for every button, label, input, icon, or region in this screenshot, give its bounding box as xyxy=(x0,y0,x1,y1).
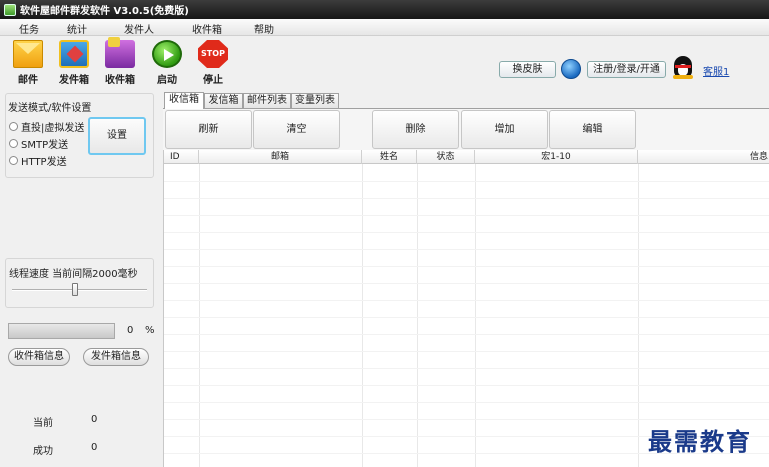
radio-circle xyxy=(9,156,18,165)
mail-label: 邮件 xyxy=(18,75,38,86)
inbox-label: 收件箱 xyxy=(105,75,135,86)
add-button[interactable]: 增加 xyxy=(461,110,548,149)
change-skin-button[interactable]: 换皮肤 xyxy=(499,61,556,78)
outbox-label: 发件箱 xyxy=(59,75,89,86)
column-divider xyxy=(417,164,418,467)
row-separator xyxy=(164,249,769,250)
app-icon xyxy=(4,3,16,16)
column-divider xyxy=(638,164,639,467)
send-mode-title: 发送模式/软件设置 xyxy=(8,103,92,114)
outbox-icon xyxy=(59,40,89,68)
table-header: ID 邮箱 姓名 状态 宏1-10 信息 xyxy=(164,150,769,164)
menu-task[interactable]: 任务 xyxy=(19,21,39,36)
row-separator xyxy=(164,351,769,352)
radio-circle xyxy=(9,122,18,131)
mode-http-radio[interactable]: HTTP发送 xyxy=(9,153,67,168)
mail-icon xyxy=(13,40,43,68)
row-separator xyxy=(164,232,769,233)
inbox-icon xyxy=(105,37,135,68)
mode-direct-radio[interactable]: 直投|虚拟发送 xyxy=(9,119,84,134)
column-email[interactable]: 邮箱 xyxy=(199,150,362,164)
tab-variable-list[interactable]: 变量列表 xyxy=(291,93,339,108)
current-value: 0 xyxy=(91,414,98,425)
progress-unit: % xyxy=(145,325,155,336)
row-separator xyxy=(164,181,769,182)
column-divider xyxy=(475,164,476,467)
column-divider xyxy=(362,164,363,467)
stop-label: 停止 xyxy=(203,75,223,86)
mail-table[interactable]: ID 邮箱 姓名 状态 宏1-10 信息 xyxy=(163,150,769,467)
inbox-button[interactable]: 收件箱 xyxy=(100,37,140,86)
column-macro[interactable]: 宏1-10 xyxy=(475,150,638,164)
radio-circle xyxy=(9,139,18,148)
row-separator xyxy=(164,300,769,301)
mode-smtp-radio[interactable]: SMTP发送 xyxy=(9,136,68,151)
thread-speed-slider-track[interactable] xyxy=(12,289,147,291)
menu-stats[interactable]: 统计 xyxy=(67,21,87,36)
tab-outbox[interactable]: 发信箱 xyxy=(204,93,243,108)
play-icon xyxy=(152,40,182,68)
column-name[interactable]: 姓名 xyxy=(362,150,417,164)
outbox-info-button[interactable]: 发件箱信息 xyxy=(83,348,149,366)
mode-smtp-label: SMTP发送 xyxy=(21,140,69,151)
qq-penguin-icon[interactable] xyxy=(671,54,695,80)
menu-bar: 任务 统计 发件人 收件箱 帮助 xyxy=(0,19,769,36)
row-separator xyxy=(164,368,769,369)
title-bar: 软件屋邮件群发软件 V3.0.5(免费版) xyxy=(0,0,769,19)
column-info[interactable]: 信息 xyxy=(638,150,769,164)
row-separator xyxy=(164,283,769,284)
refresh-button[interactable]: 刷新 xyxy=(165,110,252,149)
stop-button[interactable]: STOP 停止 xyxy=(193,40,233,86)
register-login-button[interactable]: 注册/登录/开通 xyxy=(587,61,666,78)
mode-direct-label: 直投|虚拟发送 xyxy=(21,123,85,134)
column-status[interactable]: 状态 xyxy=(417,150,475,164)
progress-value: 0 xyxy=(127,325,134,336)
edit-button[interactable]: 编辑 xyxy=(549,110,636,149)
row-separator xyxy=(164,334,769,335)
globe-icon[interactable] xyxy=(561,59,581,79)
tab-inbox[interactable]: 收信箱 xyxy=(164,92,204,109)
success-value: 0 xyxy=(91,442,98,453)
customer-service-link[interactable]: 客服1 xyxy=(703,63,729,78)
row-separator xyxy=(164,215,769,216)
delete-button[interactable]: 删除 xyxy=(372,110,459,149)
menu-sender[interactable]: 发件人 xyxy=(124,21,154,36)
column-id[interactable]: ID xyxy=(164,150,199,164)
menu-inbox[interactable]: 收件箱 xyxy=(192,21,222,36)
settings-button[interactable]: 设置 xyxy=(88,117,146,155)
start-button[interactable]: 启动 xyxy=(147,40,187,86)
tab-mail-list[interactable]: 邮件列表 xyxy=(243,93,291,108)
row-separator xyxy=(164,402,769,403)
mail-button[interactable]: 邮件 xyxy=(8,40,48,86)
action-bar: 刷新 清空 删除 增加 编辑 xyxy=(163,108,769,150)
current-label: 当前 xyxy=(33,418,53,429)
row-separator xyxy=(164,419,769,420)
thread-speed-slider-thumb[interactable] xyxy=(72,283,78,296)
stop-icon: STOP xyxy=(198,40,228,68)
send-progress-bar xyxy=(8,323,115,339)
row-separator xyxy=(164,198,769,199)
window-title: 软件屋邮件群发软件 V3.0.5(免费版) xyxy=(20,6,189,17)
success-label: 成功 xyxy=(33,446,53,457)
row-separator xyxy=(164,317,769,318)
row-separator xyxy=(164,385,769,386)
mode-http-label: HTTP发送 xyxy=(21,157,67,168)
watermark: 最需教育 xyxy=(648,427,752,456)
start-label: 启动 xyxy=(157,75,177,86)
outbox-button[interactable]: 发件箱 xyxy=(54,40,94,86)
column-divider xyxy=(199,164,200,467)
thread-speed-label: 线程速度 当前间隔2000毫秒 xyxy=(9,269,138,280)
clear-button[interactable]: 清空 xyxy=(253,110,340,149)
menu-help[interactable]: 帮助 xyxy=(254,21,274,36)
inbox-info-button[interactable]: 收件箱信息 xyxy=(8,348,70,366)
row-separator xyxy=(164,266,769,267)
